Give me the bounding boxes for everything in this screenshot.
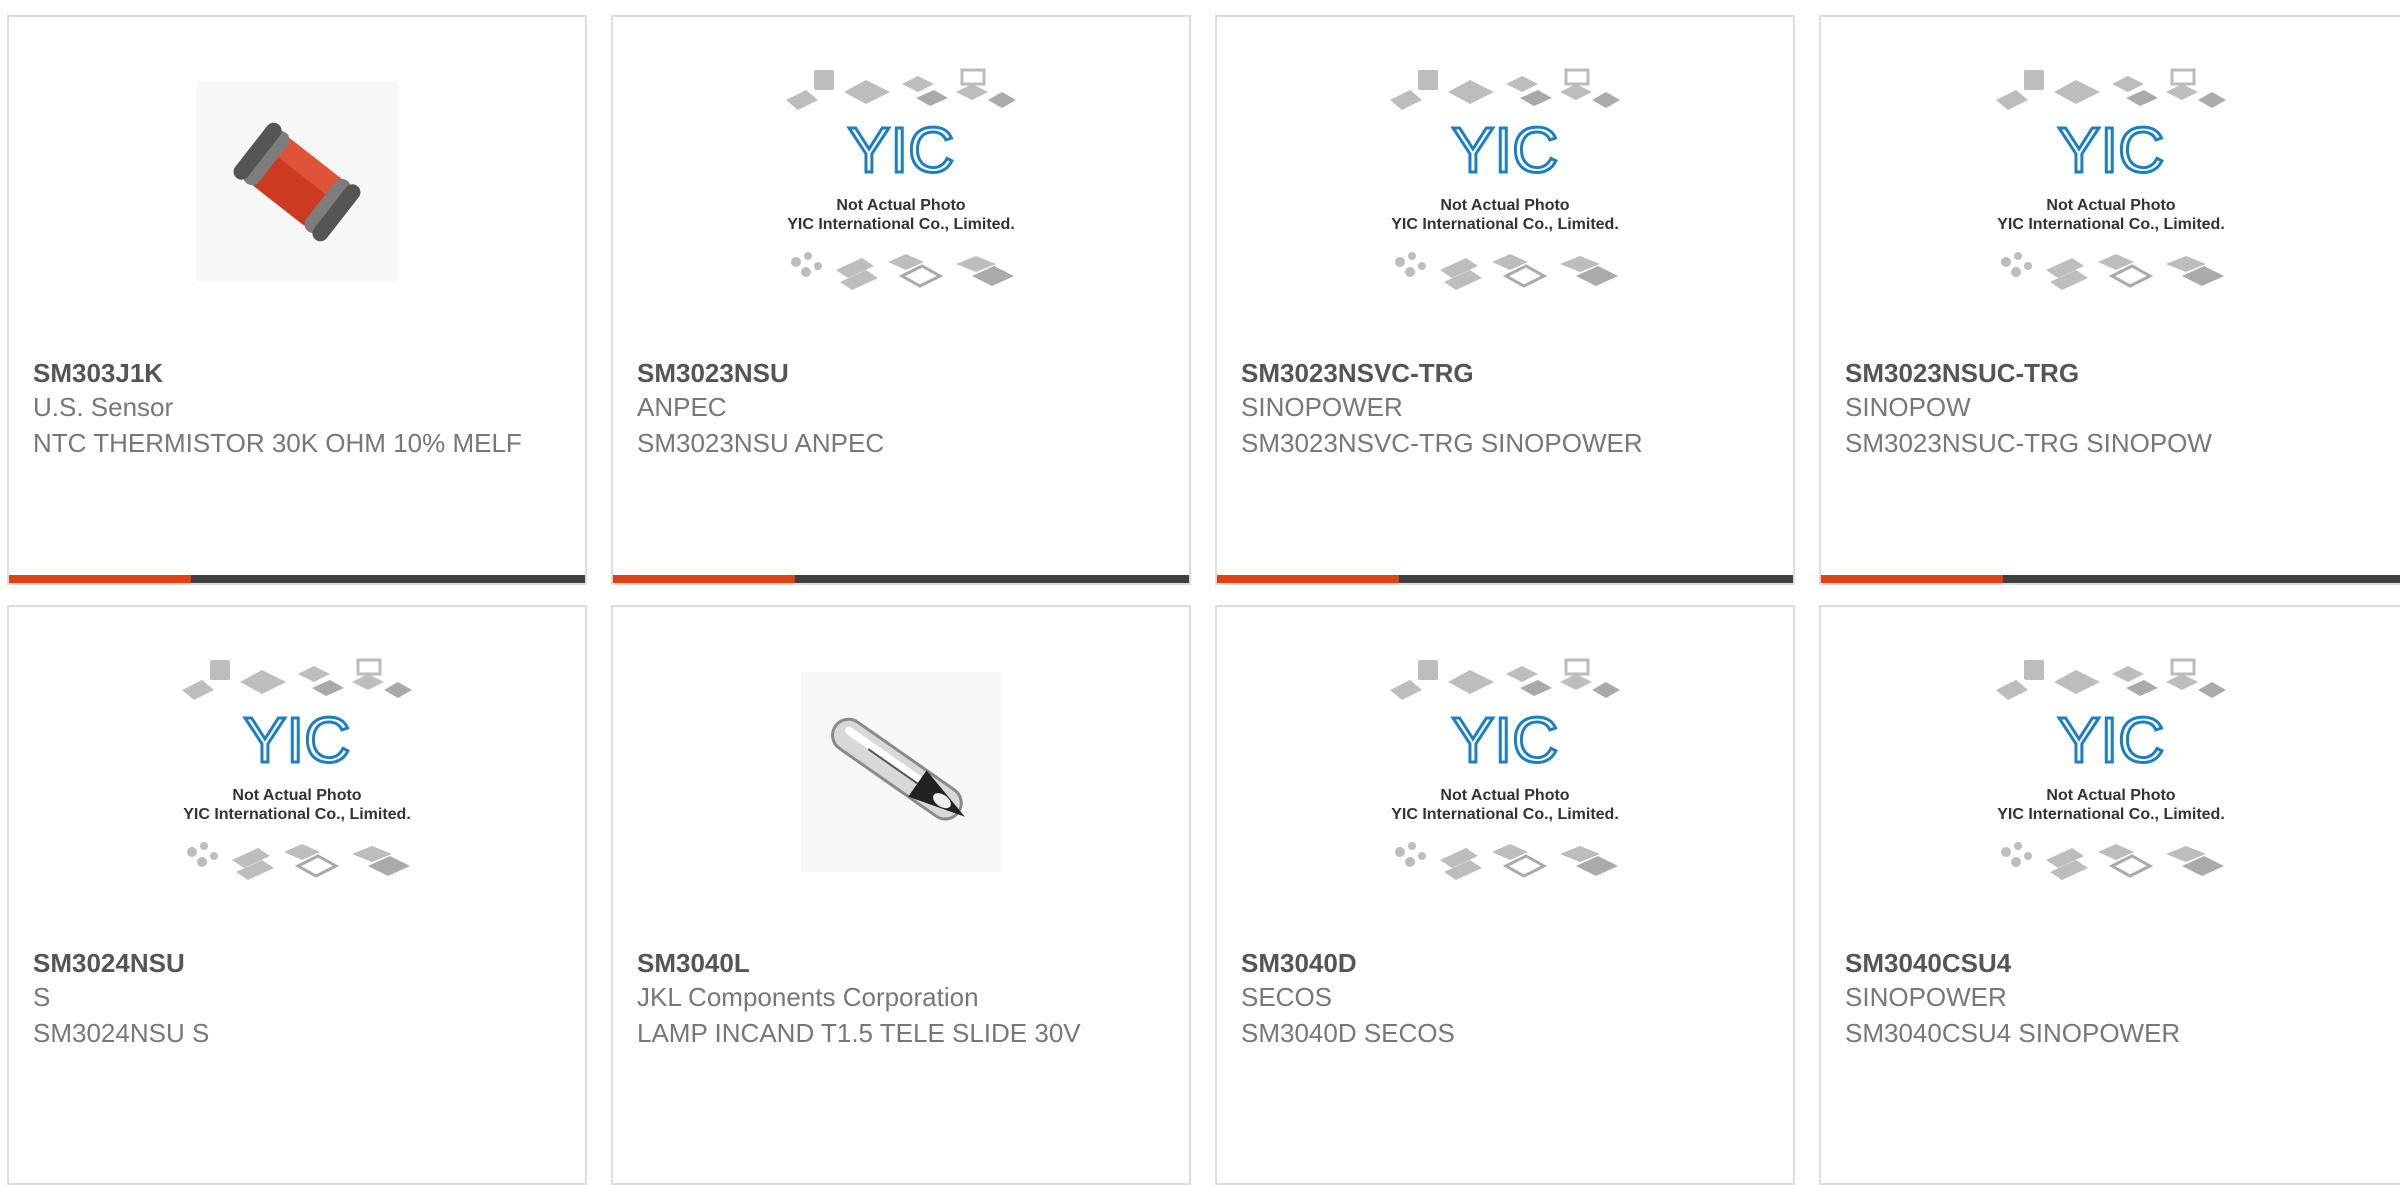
description: SM3024NSU S [33,1018,210,1048]
yic-logo-icon: YIC [2058,114,2165,186]
yic-logo-icon: YIC [1452,704,1559,776]
description: SM3023NSVC-TRG SINOPOWER [1241,428,1643,458]
manufacturer: S [33,982,51,1012]
manufacturer: JKL Components Corporation [637,982,979,1012]
yic-placeholder-image: YIC Not Actual Photo YIC International C… [1390,68,1620,290]
card-bottom-bar [613,575,1189,583]
placeholder-line1: Not Actual Photo [836,197,965,214]
product-card[interactable]: SM3040L JKL Components Corporation LAMP … [611,605,1191,1185]
manufacturer: U.S. Sensor [33,392,174,422]
yic-placeholder-image: YIC Not Actual Photo YIC International C… [786,68,1016,290]
product-card[interactable]: SM303J1K U.S. Sensor NTC THERMISTOR 30K … [7,15,587,585]
part-number[interactable]: SM3040CSU4 [1845,947,2383,979]
placeholder-line1: Not Actual Photo [1440,787,1569,804]
description: SM3023NSU ANPEC [637,428,885,458]
part-number[interactable]: SM3023NSUC-TRG [1845,357,2383,389]
product-card[interactable]: YIC Not Actual Photo YIC International C… [1819,605,2400,1185]
melf-thermistor-photo [197,82,397,282]
yic-logo-icon: YIC [2058,704,2165,776]
placeholder-line2: YIC International Co., Limited. [1391,216,1619,233]
card-accent [613,575,795,583]
placeholder-line2: YIC International Co., Limited. [1391,806,1619,823]
product-grid: SM303J1K U.S. Sensor NTC THERMISTOR 30K … [0,0,2400,1185]
incandescent-lamp-photo [801,672,1001,872]
description: NTC THERMISTOR 30K OHM 10% MELF [33,428,522,458]
card-accent [9,575,191,583]
product-card[interactable]: YIC Not Actual Photo YIC International C… [7,605,587,1185]
placeholder-line1: Not Actual Photo [1440,197,1569,214]
product-image: YIC Not Actual Photo YIC International C… [1821,17,2400,347]
yic-placeholder-image: YIC Not Actual Photo YIC International C… [1390,658,1620,880]
part-number[interactable]: SM3040L [637,947,1165,979]
product-image: YIC Not Actual Photo YIC International C… [613,17,1189,347]
card-accent [1821,575,2003,583]
card-bottom-bar [9,575,585,583]
placeholder-line2: YIC International Co., Limited. [787,216,1015,233]
part-number[interactable]: SM3023NSU [637,357,1165,389]
placeholder-line1: Not Actual Photo [232,787,361,804]
placeholder-line1: Not Actual Photo [2046,197,2175,214]
description: SM3040D SECOS [1241,1018,1455,1048]
yic-logo-icon: YIC [244,704,351,776]
placeholder-line1: Not Actual Photo [2046,787,2175,804]
yic-logo-icon: YIC [848,114,955,186]
placeholder-line2: YIC International Co., Limited. [183,806,411,823]
product-card[interactable]: YIC Not Actual Photo YIC International C… [1215,15,1795,585]
card-bottom-bar [1217,575,1793,583]
placeholder-line2: YIC International Co., Limited. [1997,806,2225,823]
manufacturer: SINOPOWER [1845,982,2007,1012]
part-number[interactable]: SM3040D [1241,947,1769,979]
product-card[interactable]: YIC Not Actual Photo YIC International C… [1819,15,2400,585]
description: LAMP INCAND T1.5 TELE SLIDE 30V [637,1018,1081,1048]
product-image: YIC Not Actual Photo YIC International C… [1217,17,1793,347]
part-number[interactable]: SM303J1K [33,357,561,389]
placeholder-line2: YIC International Co., Limited. [1997,216,2225,233]
card-accent [1217,575,1399,583]
yic-logo-icon: YIC [1452,114,1559,186]
product-card[interactable]: YIC Not Actual Photo YIC International C… [611,15,1191,585]
product-card[interactable]: YIC Not Actual Photo YIC International C… [1215,605,1795,1185]
product-image: YIC Not Actual Photo YIC International C… [1217,607,1793,937]
description: SM3023NSUC-TRG SINOPOW [1845,428,2212,458]
card-bottom-bar [1821,575,2400,583]
description: SM3040CSU4 SINOPOWER [1845,1018,2181,1048]
manufacturer: ANPEC [637,392,727,422]
part-number[interactable]: SM3024NSU [33,947,561,979]
product-image [9,17,585,347]
product-image: YIC Not Actual Photo YIC International C… [1821,607,2400,937]
part-number[interactable]: SM3023NSVC-TRG [1241,357,1769,389]
yic-placeholder-image: YIC Not Actual Photo YIC International C… [182,658,412,880]
manufacturer: SINOPOWER [1241,392,1403,422]
product-image [613,607,1189,937]
manufacturer: SINOPOW [1845,392,1971,422]
yic-placeholder-image: YIC Not Actual Photo YIC International C… [1996,68,2226,290]
product-image: YIC Not Actual Photo YIC International C… [9,607,585,937]
yic-placeholder-image: YIC Not Actual Photo YIC International C… [1996,658,2226,880]
manufacturer: SECOS [1241,982,1333,1012]
